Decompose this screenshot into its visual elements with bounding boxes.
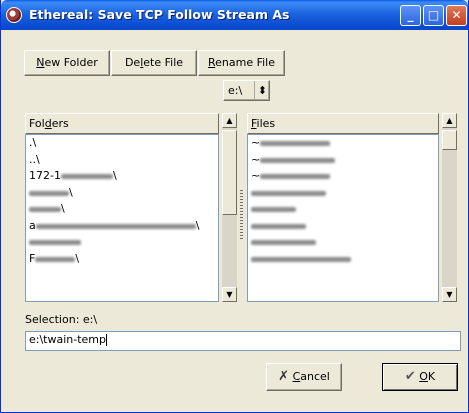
folders-list-item[interactable]: \ [26, 185, 218, 202]
redacted-text [251, 190, 326, 196]
redacted-text [251, 256, 351, 262]
delete-file-label-pre: De [124, 56, 141, 69]
folders-item-suffix: \ [112, 169, 117, 182]
folders-list[interactable]: .\ ..\ 172-1 \ \ \ a \ F \ [25, 134, 219, 302]
folders-item-name: a [29, 218, 36, 232]
folders-list-item[interactable]: a \ [26, 218, 218, 235]
app-icon [6, 7, 22, 23]
selection-label: Selection: e:\ [25, 313, 98, 326]
files-header-post: iles [256, 117, 276, 130]
window-title: Ethereal: Save TCP Follow Stream As [29, 7, 290, 22]
files-column-header[interactable]: Files [247, 113, 439, 134]
redacted-text [35, 256, 76, 262]
folders-scrollbar[interactable]: ▲ ▼ [222, 113, 237, 302]
ok-accesskey: O [419, 370, 428, 383]
folders-item-suffix: \ [61, 202, 65, 215]
folders-item-name: ..\ [29, 152, 40, 166]
ok-label-post: K [427, 370, 436, 383]
redacted-text [260, 141, 331, 146]
text-cursor [106, 334, 108, 346]
folders-item-suffix: \ [75, 251, 80, 265]
minimize-button[interactable]: _ [400, 5, 421, 26]
files-list-item[interactable] [248, 218, 438, 235]
redacted-text [29, 240, 81, 245]
folders-header-post: ers [51, 117, 69, 130]
redacted-text [251, 223, 306, 229]
cancel-button[interactable]: ✗ Cancel [266, 363, 342, 391]
files-list-item[interactable] [248, 251, 438, 268]
save-dialog-window: Ethereal: Save TCP Follow Stream As _ □ … [0, 0, 469, 413]
files-list-item[interactable]: ~ [248, 135, 438, 152]
redacted-text [29, 207, 61, 212]
new-folder-label-post: ew Folder [44, 56, 98, 69]
filename-input-value: e:\twain-temp [29, 333, 107, 346]
redacted-text [251, 207, 296, 212]
title-bar[interactable]: Ethereal: Save TCP Follow Stream As _ □ … [1, 0, 468, 30]
redacted-text [251, 240, 316, 245]
folders-list-item[interactable]: 172-1 \ [26, 168, 218, 185]
delete-file-button[interactable]: Delete File [111, 50, 197, 76]
folders-list-item[interactable]: F \ [26, 251, 218, 268]
folders-scroll-thumb[interactable] [222, 130, 237, 215]
files-list-item[interactable]: ~ [248, 152, 438, 169]
folders-header-accesskey: d [44, 117, 52, 130]
rename-file-label-post: ename File [215, 56, 276, 69]
folders-list-item[interactable]: \ [26, 201, 218, 218]
files-list-item[interactable]: ~ [248, 168, 438, 185]
close-button[interactable]: ✕ [446, 5, 467, 26]
new-folder-button[interactable]: New Folder [24, 50, 110, 76]
files-list-item[interactable] [248, 234, 438, 251]
folders-column-header[interactable]: Folders [25, 113, 219, 134]
files-item-name: ~ [251, 136, 261, 149]
folders-list-item[interactable]: ..\ [26, 152, 218, 169]
folders-list-item[interactable] [26, 234, 218, 251]
redacted-text [29, 190, 69, 196]
folders-list-item[interactable]: .\ [26, 135, 218, 152]
drive-select-arrows-icon: ⬍ [253, 81, 267, 100]
ok-button[interactable]: ✔ OK [382, 363, 458, 391]
folders-item-name: .\ [29, 136, 37, 149]
files-scroll-thumb[interactable] [442, 130, 457, 150]
files-scrollbar[interactable]: ▲ ▼ [442, 113, 457, 302]
scroll-up-arrow-icon[interactable]: ▲ [222, 113, 237, 128]
files-list[interactable]: ~ ~ ~ [247, 134, 439, 302]
folders-header-pre: Fol [29, 117, 45, 130]
cancel-label-post: ancel [300, 370, 330, 383]
folders-item-suffix: \ [195, 218, 200, 232]
redacted-text [60, 174, 113, 179]
redacted-text [260, 174, 331, 179]
cancel-x-icon: ✗ [278, 369, 290, 384]
redacted-text [35, 223, 196, 229]
redacted-text [260, 157, 336, 163]
files-list-item[interactable] [248, 185, 438, 202]
folders-item-name: 172-1 [29, 169, 61, 182]
pane-splitter-grip[interactable] [240, 190, 243, 240]
rename-file-button[interactable]: Rename File [198, 50, 285, 76]
ok-check-icon: ✔ [404, 369, 416, 384]
maximize-button[interactable]: □ [423, 5, 444, 26]
drive-select-value: e:\ [228, 84, 243, 97]
filename-input[interactable]: e:\twain-temp [25, 331, 461, 351]
scroll-up-arrow-icon[interactable]: ▲ [442, 113, 457, 128]
delete-file-label-post: ete File [143, 56, 184, 69]
files-item-name: ~ [251, 169, 261, 182]
scroll-down-arrow-icon[interactable]: ▼ [222, 287, 237, 302]
drive-select[interactable]: e:\ ⬍ [223, 80, 270, 101]
scroll-down-arrow-icon[interactable]: ▼ [442, 287, 457, 302]
files-item-name: ~ [251, 152, 261, 166]
folders-item-suffix: \ [69, 185, 73, 199]
files-list-item[interactable] [248, 201, 438, 218]
